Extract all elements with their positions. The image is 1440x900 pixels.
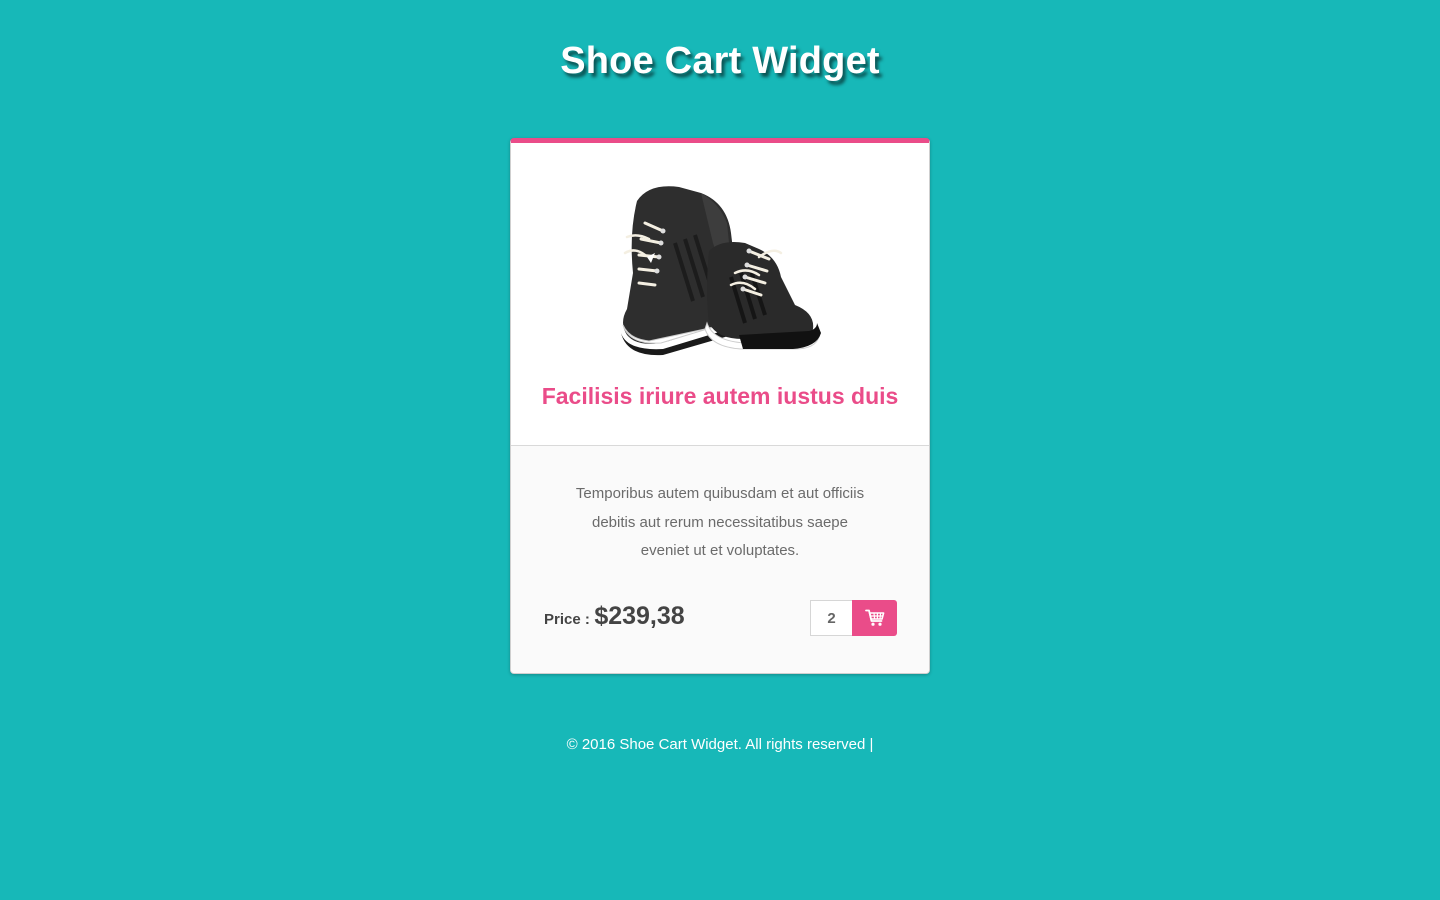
price-block: Price : $239,38 xyxy=(544,602,685,636)
product-card-details: Temporibus autem quibusdam et aut offici… xyxy=(511,446,929,673)
add-to-cart-button[interactable] xyxy=(852,600,897,636)
product-card-header: Facilisis iriure autem iustus duis xyxy=(511,143,929,446)
shoe-right-image xyxy=(704,242,821,350)
price-label: Price : xyxy=(544,611,590,628)
page-title: Shoe Cart Widget xyxy=(560,40,880,82)
footer-copyright: © 2016 Shoe Cart Widget. All rights rese… xyxy=(566,736,874,753)
price-value: $239,38 xyxy=(594,602,685,630)
shopping-cart-icon xyxy=(864,609,884,626)
product-card: Facilisis iriure autem iustus duis Tempo… xyxy=(510,138,930,674)
product-description: Temporibus autem quibusdam et aut offici… xyxy=(575,485,865,559)
product-title[interactable]: Facilisis iriure autem iustus duis xyxy=(511,383,929,410)
page: Shoe Cart Widget Facilisis iriure autem … xyxy=(0,0,1440,900)
sneakers-image xyxy=(621,186,821,356)
quantity-input[interactable] xyxy=(810,600,852,636)
